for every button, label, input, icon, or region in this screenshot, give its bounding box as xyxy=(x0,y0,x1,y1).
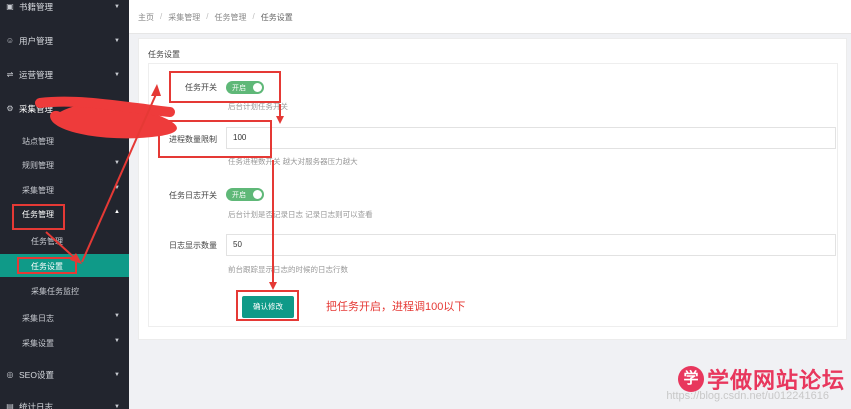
chevron-down-icon: ▼ xyxy=(114,4,120,10)
toggle-knob xyxy=(253,190,262,199)
chevron-down-icon: ▼ xyxy=(114,404,120,409)
annotation-box-task-settings xyxy=(17,257,77,274)
log-switch-toggle[interactable]: 开启 xyxy=(226,188,264,201)
chevron-down-icon: ▼ xyxy=(114,338,120,344)
sidebar-subsub-task-manage[interactable]: 任务管理 xyxy=(0,236,129,248)
sidebar-sub-rules[interactable]: 规则管理 ▼ xyxy=(0,160,129,172)
chevron-down-icon: ▼ xyxy=(114,160,120,166)
chevron-down-icon: ▼ xyxy=(114,372,120,378)
sidebar-item-stats[interactable]: ▤ 统计日志 ▼ xyxy=(0,400,129,409)
chevron-down-icon: ▼ xyxy=(114,72,120,78)
log-count-label: 日志显示数量 xyxy=(169,241,217,250)
sidebar-sub-sites[interactable]: 站点管理 xyxy=(0,136,129,148)
gear-icon: ⚙ xyxy=(6,104,14,113)
chevron-up-icon: ▲ xyxy=(114,209,120,215)
annotation-box-thread-limit xyxy=(158,120,272,158)
breadcrumb-home[interactable]: 主页 xyxy=(138,12,154,23)
watermark-url: https://blog.csdn.net/u012241616 xyxy=(666,390,829,402)
log-switch-hint: 后台计划是否记录日志 记录日志则可以查看 xyxy=(228,210,373,219)
log-count-hint: 前台跟踪显示日志的时候的日志行数 xyxy=(228,265,348,274)
chevron-up-icon: ▲ xyxy=(114,106,120,112)
breadcrumb-current: 任务设置 xyxy=(260,13,293,22)
sidebar-item-users[interactable]: ☺ 用户管理 ▼ xyxy=(0,34,129,48)
annotation-box-confirm xyxy=(236,290,299,321)
sidebar-subsub-task-monitor[interactable]: 采集任务监控 xyxy=(0,286,129,298)
breadcrumb-task[interactable]: 任务管理 xyxy=(214,12,246,23)
log-switch-label: 任务日志开关 xyxy=(169,191,217,200)
annotation-box-task-manage xyxy=(12,204,65,230)
user-icon: ☺ xyxy=(5,36,15,45)
globe-icon: ◎ xyxy=(6,370,14,379)
sidebar-item-operations[interactable]: ⇌ 运营管理 ▼ xyxy=(0,68,129,82)
log-count-input[interactable]: 50 xyxy=(226,234,836,256)
watermark-logo: 学 xyxy=(677,366,704,392)
sidebar-sub-collect-manage[interactable]: 采集管理 ▼ xyxy=(0,185,129,197)
chart-icon: ▤ xyxy=(6,402,14,409)
card-title: 任务设置 xyxy=(148,50,180,59)
sidebar-item-collect[interactable]: ⚙ 采集管理 ▲ xyxy=(0,102,129,116)
breadcrumb-collect[interactable]: 采集管理 xyxy=(168,12,200,23)
share-icon: ⇌ xyxy=(6,70,14,79)
annotation-box-task-switch xyxy=(169,71,281,103)
sidebar-item-seo[interactable]: ◎ SEO设置 ▼ xyxy=(0,368,129,382)
breadcrumb: 主页 / 采集管理 / 任务管理 / 任务设置 xyxy=(138,12,293,23)
annotation-note: 把任务开启，进程调100以下 xyxy=(326,301,466,313)
chevron-down-icon: ▼ xyxy=(114,185,120,191)
sidebar-item-books[interactable]: ▣ 书籍管理 ▼ xyxy=(0,0,129,14)
thread-limit-input[interactable]: 100 xyxy=(226,127,836,149)
book-icon: ▣ xyxy=(6,2,14,11)
sidebar-sub-collect-log[interactable]: 采集日志 ▼ xyxy=(0,313,129,325)
chevron-down-icon: ▼ xyxy=(114,38,120,44)
sidebar-sub-collect-settings[interactable]: 采集设置 ▼ xyxy=(0,338,129,350)
chevron-down-icon: ▼ xyxy=(114,313,120,319)
